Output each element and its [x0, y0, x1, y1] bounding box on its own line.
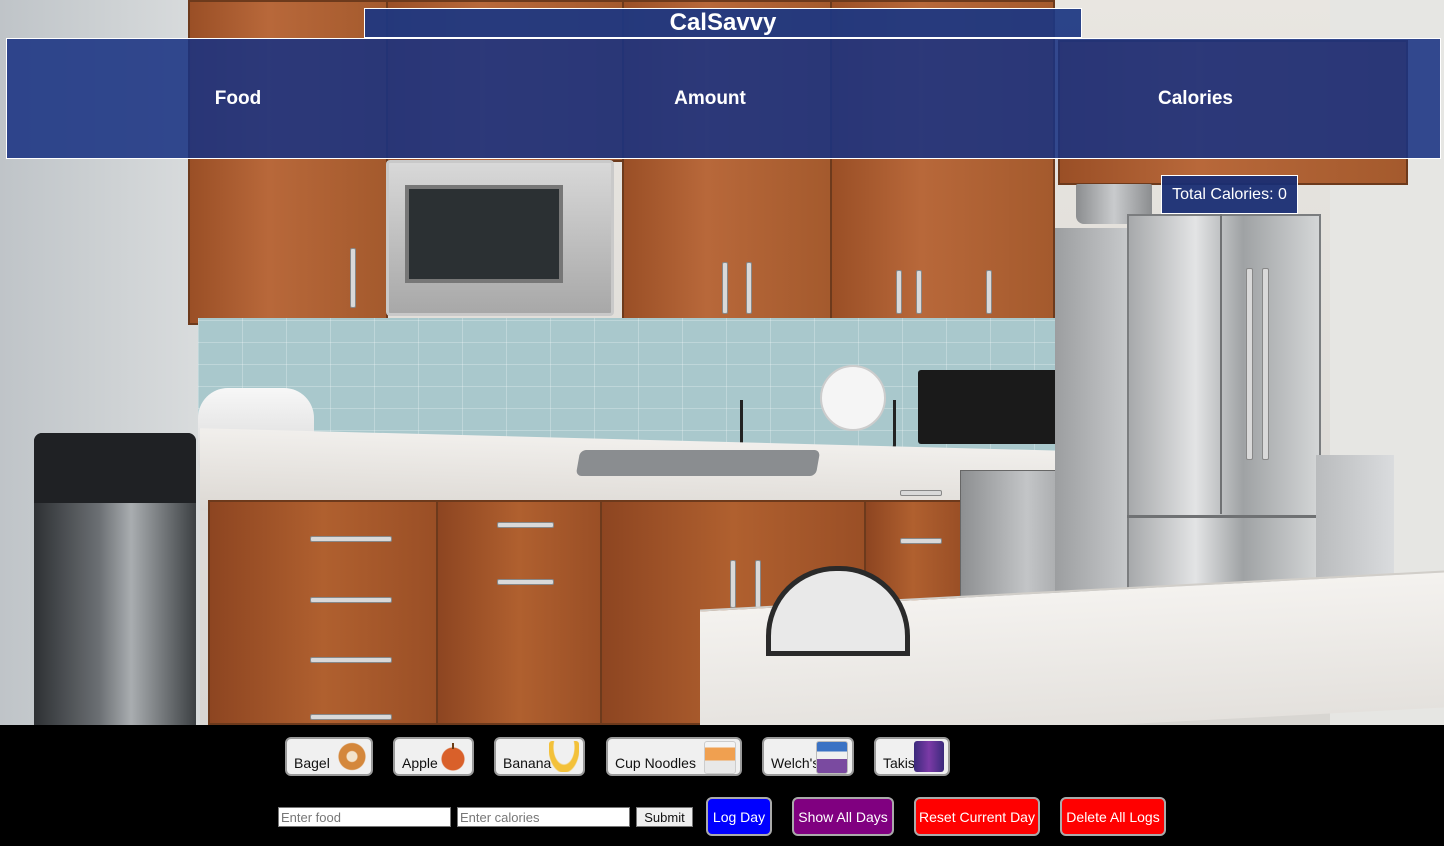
quick-add-label: Bagel: [294, 755, 330, 771]
quick-add-label: Apple: [402, 755, 438, 771]
column-header-amount: Amount: [674, 88, 746, 109]
quick-add-label: Banana: [503, 755, 552, 771]
banana-icon: [549, 741, 579, 772]
quick-add-label: Cup Noodles: [615, 755, 696, 771]
submit-button[interactable]: Submit: [636, 807, 693, 827]
log-table-header: Food Amount Calories: [6, 38, 1441, 159]
column-header-food: Food: [214, 88, 262, 109]
show-all-days-button[interactable]: Show All Days: [792, 797, 894, 836]
welchs-icon: [816, 741, 848, 774]
quick-add-label: Takis: [883, 755, 915, 771]
delete-all-logs-button[interactable]: Delete All Logs: [1060, 797, 1166, 836]
cup-noodles-icon: [704, 741, 736, 774]
log-day-button[interactable]: Log Day: [706, 797, 772, 836]
quick-add-label: Welch's: [771, 755, 820, 771]
quick-add-bagel-button[interactable]: Bagel: [285, 737, 373, 776]
total-calories-display: Total Calories: 0: [1161, 175, 1298, 214]
control-bar: Bagel Apple Banana Cup Noodles Welch's T…: [0, 725, 1444, 846]
reset-current-day-button[interactable]: Reset Current Day: [914, 797, 1040, 836]
quick-add-apple-button[interactable]: Apple: [393, 737, 474, 776]
apple-icon: [438, 741, 468, 772]
quick-add-banana-button[interactable]: Banana: [494, 737, 585, 776]
app-title: CalSavvy: [364, 8, 1082, 38]
quick-add-welchs-button[interactable]: Welch's: [762, 737, 854, 776]
quick-add-cup-noodles-button[interactable]: Cup Noodles: [606, 737, 742, 776]
takis-icon: [914, 741, 944, 772]
quick-add-takis-button[interactable]: Takis: [874, 737, 950, 776]
bagel-icon: [337, 741, 367, 772]
column-header-calories: Calories: [1158, 88, 1233, 109]
calories-input[interactable]: [457, 807, 630, 827]
food-name-input[interactable]: [278, 807, 451, 827]
